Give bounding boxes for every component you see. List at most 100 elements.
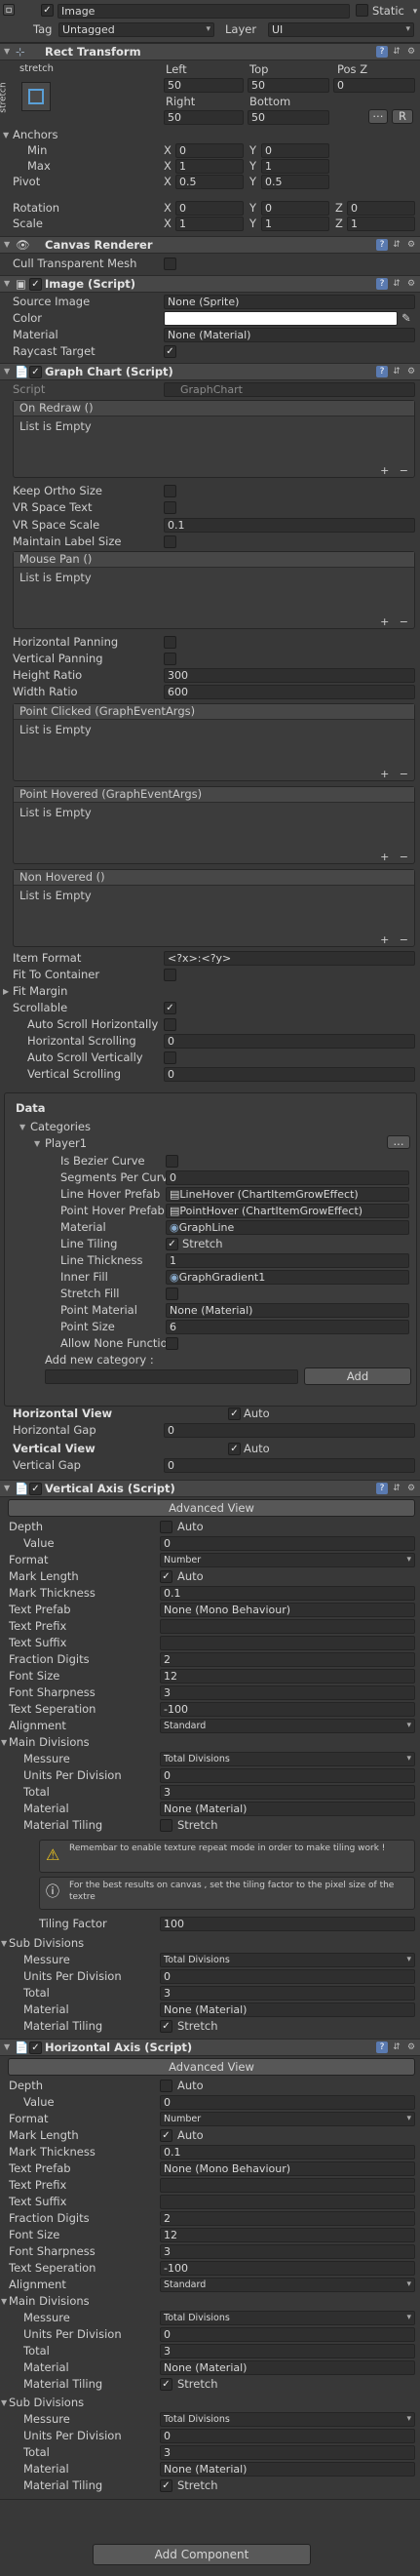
- v-main-tiling-checkbox[interactable]: [160, 1819, 172, 1832]
- vr-text-checkbox[interactable]: [164, 501, 176, 514]
- image-enabled-checkbox[interactable]: ✓: [29, 278, 42, 291]
- height-ratio-field[interactable]: 300: [164, 668, 415, 683]
- fit-margin-expand-icon[interactable]: ▶: [3, 984, 9, 1000]
- vaxis-help-icon[interactable]: ?: [376, 1483, 388, 1494]
- vr-scale-field[interactable]: 0.1: [164, 518, 415, 533]
- v-text-suffix-field[interactable]: [160, 1636, 415, 1650]
- blueprint-button[interactable]: ⋯: [368, 109, 388, 124]
- rot-y-field[interactable]: 0: [261, 201, 329, 216]
- v-depth-auto-checkbox[interactable]: [160, 1521, 172, 1533]
- h-format-dropdown[interactable]: Number: [160, 2112, 415, 2126]
- vpan-checkbox[interactable]: [164, 653, 176, 665]
- haxis-help-icon[interactable]: ?: [376, 2041, 388, 2053]
- h-sub-div-expand-icon[interactable]: ▼: [1, 2396, 7, 2411]
- h-value-field[interactable]: 0: [160, 2095, 415, 2110]
- line-thickness-field[interactable]: 1: [166, 1253, 409, 1268]
- v-text-prefix-field[interactable]: [160, 1619, 415, 1634]
- scrollable-checkbox[interactable]: ✓: [164, 1002, 176, 1014]
- h-main-total-field[interactable]: 3: [160, 2344, 415, 2358]
- posz-field[interactable]: 0: [333, 78, 415, 93]
- point-size-field[interactable]: 6: [166, 1320, 409, 1334]
- line-hover-field[interactable]: ▤LineHover (ChartItemGrowEffect): [166, 1187, 409, 1202]
- raw-edit-button[interactable]: R: [392, 109, 413, 124]
- h-depth-auto-checkbox[interactable]: [160, 2080, 172, 2092]
- h-main-tiling-checkbox[interactable]: ✓: [160, 2378, 172, 2391]
- image-expand-icon[interactable]: ▼: [4, 276, 10, 292]
- v-separation-field[interactable]: -100: [160, 1702, 415, 1717]
- anchor-preset-button[interactable]: [21, 82, 51, 111]
- h-text-suffix-field[interactable]: [160, 2195, 415, 2209]
- pivot-y-field[interactable]: 0.5: [261, 175, 329, 189]
- rot-x-field[interactable]: 0: [175, 201, 244, 216]
- h-mark-thickness-field[interactable]: 0.1: [160, 2145, 415, 2160]
- h-fraction-field[interactable]: 2: [160, 2211, 415, 2226]
- rot-z-field[interactable]: 0: [347, 201, 415, 216]
- v-font-size-field[interactable]: 12: [160, 1669, 415, 1684]
- vview-auto-checkbox[interactable]: ✓: [228, 1443, 241, 1455]
- hpan-checkbox[interactable]: [164, 636, 176, 649]
- h-text-prefix-field[interactable]: [160, 2178, 415, 2193]
- settings-gear-icon[interactable]: ⚙: [405, 46, 417, 58]
- haxis-enabled-checkbox[interactable]: ✓: [29, 2041, 42, 2054]
- v-main-material-field[interactable]: None (Material): [160, 1802, 415, 1816]
- v-fraction-field[interactable]: 2: [160, 1652, 415, 1667]
- point-material-field[interactable]: None (Material): [166, 1303, 409, 1318]
- point-hovered-add-remove[interactable]: + −: [380, 851, 408, 863]
- h-sub-tiling-checkbox[interactable]: ✓: [160, 2479, 172, 2492]
- max-y-field[interactable]: 1: [261, 159, 329, 174]
- image-help-icon[interactable]: ?: [376, 278, 388, 290]
- fit-container-checkbox[interactable]: [164, 969, 176, 981]
- raycast-checkbox[interactable]: ✓: [164, 345, 176, 358]
- stretch-fill-checkbox[interactable]: [166, 1288, 178, 1300]
- cat-material-field[interactable]: ◉GraphLine: [166, 1220, 409, 1235]
- on-redraw-add-remove[interactable]: + −: [380, 464, 408, 477]
- h-main-units-field[interactable]: 0: [160, 2327, 415, 2342]
- min-x-field[interactable]: 0: [175, 143, 244, 158]
- v-format-dropdown[interactable]: Number: [160, 1553, 415, 1567]
- haxis-advanced-view-button[interactable]: Advanced View: [8, 2058, 415, 2076]
- add-component-button[interactable]: Add Component: [93, 2544, 311, 2565]
- static-checkbox[interactable]: [356, 4, 368, 17]
- anchors-expand-icon[interactable]: ▼: [3, 128, 9, 143]
- h-font-size-field[interactable]: 12: [160, 2228, 415, 2242]
- haxis-gear-icon[interactable]: ⚙: [405, 2041, 417, 2053]
- canvas-help-icon[interactable]: ?: [376, 239, 388, 251]
- segments-field[interactable]: 0: [166, 1170, 409, 1185]
- image-gear-icon[interactable]: ⚙: [405, 278, 417, 290]
- material-field[interactable]: None (Material): [164, 328, 415, 342]
- player-options-button[interactable]: ...: [387, 1135, 410, 1149]
- source-image-field[interactable]: None (Sprite): [164, 295, 415, 309]
- allow-none-checkbox[interactable]: [166, 1337, 178, 1350]
- keep-ortho-checkbox[interactable]: [164, 485, 176, 497]
- non-hovered-add-remove[interactable]: + −: [380, 933, 408, 946]
- graph-preset-icon[interactable]: ⇵: [391, 366, 402, 377]
- h-sub-units-field[interactable]: 0: [160, 2429, 415, 2443]
- max-x-field[interactable]: 1: [175, 159, 244, 174]
- pivot-x-field[interactable]: 0.5: [175, 175, 244, 189]
- active-checkbox[interactable]: ▫: [3, 4, 15, 16]
- point-hover-field[interactable]: ▤PointHover (ChartItemGrowEffect): [166, 1204, 409, 1218]
- v-text-prefab-field[interactable]: None (Mono Behaviour): [160, 1603, 415, 1617]
- v-alignment-dropdown[interactable]: Standard: [160, 1719, 415, 1733]
- v-main-messure-dropdown[interactable]: Total Divisions: [160, 1752, 415, 1766]
- h-text-prefab-field[interactable]: None (Mono Behaviour): [160, 2161, 415, 2176]
- graph-enabled-checkbox[interactable]: ✓: [29, 366, 42, 378]
- v-main-div-expand-icon[interactable]: ▼: [1, 1735, 7, 1751]
- tag-dropdown[interactable]: Untagged: [58, 22, 214, 37]
- v-sub-total-field[interactable]: 3: [160, 1986, 415, 2001]
- v-mark-length-auto-checkbox[interactable]: ✓: [160, 1570, 172, 1583]
- h-sharpness-field[interactable]: 3: [160, 2244, 415, 2259]
- sc-y-field[interactable]: 1: [261, 217, 329, 231]
- v-sub-units-field[interactable]: 0: [160, 1969, 415, 1984]
- inner-fill-field[interactable]: ◉GraphGradient1: [166, 1270, 409, 1285]
- h-alignment-dropdown[interactable]: Standard: [160, 2278, 415, 2292]
- point-clicked-add-remove[interactable]: + −: [380, 768, 408, 780]
- name-field[interactable]: Image: [57, 4, 350, 19]
- canvas-gear-icon[interactable]: ⚙: [405, 239, 417, 251]
- layer-dropdown[interactable]: UI: [268, 22, 414, 37]
- v-sharpness-field[interactable]: 3: [160, 1685, 415, 1700]
- v-scrolling-field[interactable]: 0: [164, 1067, 415, 1082]
- cull-checkbox[interactable]: [164, 258, 176, 270]
- h-main-material-field[interactable]: None (Material): [160, 2360, 415, 2375]
- mouse-pan-add-remove[interactable]: + −: [380, 615, 408, 628]
